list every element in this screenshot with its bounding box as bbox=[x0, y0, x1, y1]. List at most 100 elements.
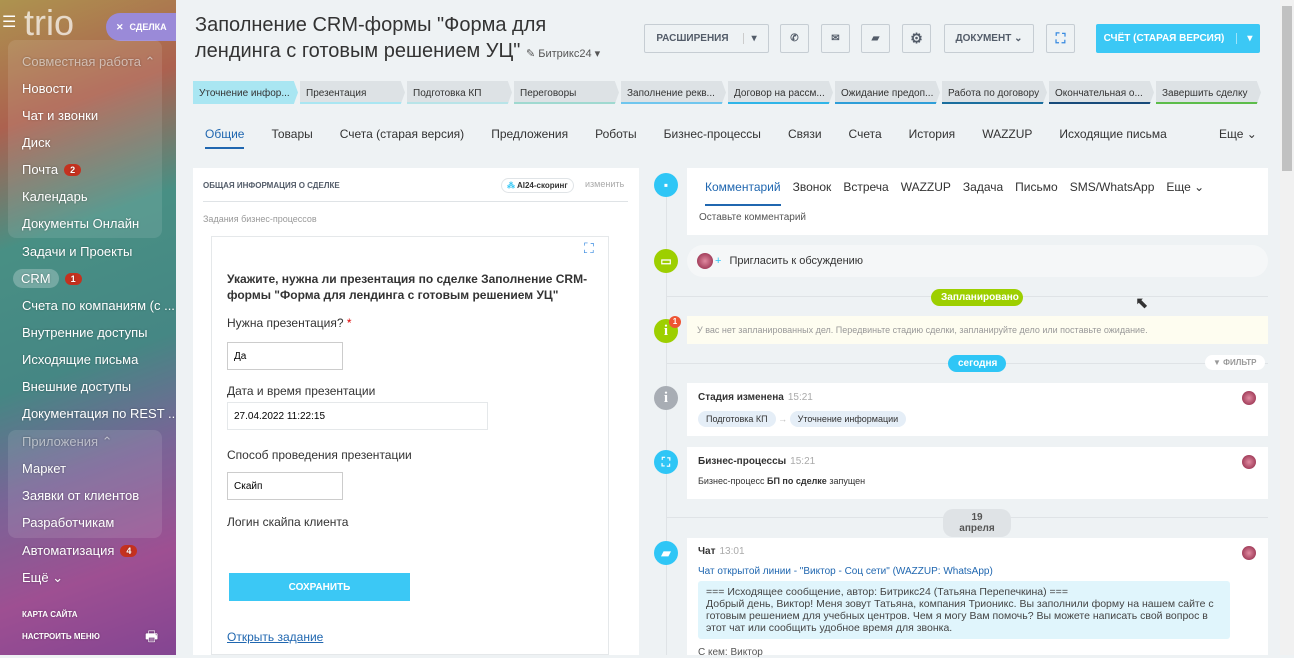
sidebar-item[interactable]: Приложения ⌃ bbox=[22, 434, 113, 450]
sidebar-item[interactable]: Документация по REST ... bbox=[22, 406, 176, 421]
stage-item[interactable]: Договор на рассм... bbox=[728, 81, 833, 104]
presentation-datetime-input[interactable]: 27.04.2022 11:22:15 bbox=[227, 402, 488, 430]
tab[interactable]: WAZZUP bbox=[982, 127, 1032, 149]
stage-item[interactable]: Завершить сделку bbox=[1156, 81, 1261, 104]
sidebar-item-label: Почта bbox=[22, 162, 59, 177]
invoice-button[interactable]: СЧЁТ (СТАРАЯ ВЕРСИЯ) ▾ bbox=[1096, 24, 1260, 53]
sidebar-item[interactable]: Исходящие письма bbox=[22, 352, 138, 367]
tab[interactable]: Предложения bbox=[491, 127, 568, 149]
chevron-down-icon: ▾ bbox=[1236, 33, 1252, 44]
save-button[interactable]: СОХРАНИТЬ bbox=[229, 573, 410, 601]
stage-item[interactable]: Ожидание предоп... bbox=[835, 81, 940, 104]
extensions-button[interactable]: РАСШИРЕНИЯ ▾ bbox=[644, 24, 769, 53]
scrollbar-thumb[interactable] bbox=[1282, 6, 1292, 171]
sidebar-item-label: Документация по REST ... bbox=[22, 406, 176, 421]
tab[interactable]: Бизнес-процессы bbox=[664, 127, 761, 149]
sidebar-item[interactable]: Разработчикам bbox=[22, 515, 114, 530]
sidebar-item[interactable]: Совместная работа ⌃ bbox=[22, 54, 155, 70]
tab[interactable]: Счета bbox=[849, 127, 882, 149]
activity-tab[interactable]: Еще ⌄ bbox=[1166, 180, 1204, 206]
close-deal-button[interactable]: ✕ СДЕЛКА bbox=[106, 13, 176, 41]
sidebar-item[interactable]: Чат и звонки bbox=[22, 108, 98, 123]
ai-icon: ⁂ bbox=[507, 181, 515, 190]
sidebar-item[interactable]: Почта 2 bbox=[22, 162, 82, 177]
tab[interactable]: Роботы bbox=[595, 127, 637, 149]
bp-title: Бизнес-процессы 15:21 bbox=[698, 456, 816, 467]
stage-item[interactable]: Уточнение инфор... bbox=[193, 81, 298, 104]
stage-change-chips: Подготовка КП → Уточнение информации bbox=[698, 411, 907, 427]
bp-icon: ⛶ bbox=[1055, 30, 1066, 46]
counter-badge: 2 bbox=[64, 164, 82, 176]
category[interactable]: ✎ Битрикс24 ▾ bbox=[526, 48, 600, 60]
chat-icon: ▰ bbox=[871, 33, 880, 44]
tabs-more[interactable]: Еще ⌄ bbox=[1219, 127, 1257, 141]
activity-tab[interactable]: SMS/WhatsApp bbox=[1070, 180, 1155, 206]
deal-tabs: Общие Товары Счета (старая версия) Предложе… bbox=[205, 127, 1194, 149]
edit-link[interactable]: изменить bbox=[585, 179, 624, 189]
sidebar-item[interactable]: Задачи и Проекты bbox=[22, 244, 132, 259]
business-process-button[interactable]: ⛶ bbox=[1046, 24, 1075, 53]
avatar[interactable] bbox=[1242, 546, 1256, 560]
scrollbar[interactable] bbox=[1280, 0, 1294, 655]
tab[interactable]: Исходящие письма bbox=[1059, 127, 1166, 149]
comment-input[interactable]: Оставьте комментарий bbox=[699, 212, 806, 223]
print-icon[interactable]: 🖶 bbox=[145, 626, 158, 650]
tab[interactable]: Общие bbox=[205, 127, 245, 149]
sidebar-item[interactable]: Ещё ⌄ bbox=[22, 570, 63, 586]
presentation-method-select[interactable]: Скайп bbox=[227, 472, 343, 500]
open-task-link[interactable]: Открыть задание bbox=[227, 630, 323, 644]
activity-tab[interactable]: Письмо bbox=[1015, 180, 1058, 206]
chat-button[interactable]: ▰ bbox=[861, 24, 890, 53]
gear-icon: ⚙ bbox=[910, 30, 923, 46]
filter-button[interactable]: ▼ ФИЛЬТР bbox=[1205, 355, 1265, 370]
sidebar-item[interactable]: Автоматизация 4 bbox=[22, 543, 138, 558]
sidebar-item[interactable]: Маркет bbox=[22, 461, 66, 476]
sidebar-item-label: Ещё ⌄ bbox=[22, 570, 64, 585]
activity-tabs: Комментарий Звонок Встреча WAZZUP Задача Пись… bbox=[705, 180, 1204, 206]
stage-item[interactable]: Заполнение рекв... bbox=[621, 81, 726, 104]
sidebar-item[interactable]: Новости bbox=[22, 81, 72, 96]
sidebar-item[interactable]: Диск bbox=[22, 135, 50, 150]
tab[interactable]: Связи bbox=[788, 127, 822, 149]
tab[interactable]: История bbox=[909, 127, 956, 149]
document-button[interactable]: ДОКУМЕНТ ⌄ bbox=[944, 24, 1034, 53]
sidebar-item[interactable]: Внутренние доступы bbox=[22, 325, 148, 340]
sidebar-item-label: Новости bbox=[22, 81, 73, 96]
tab[interactable]: Счета (старая версия) bbox=[340, 127, 464, 149]
site-map-link[interactable]: КАРТА САЙТА bbox=[22, 610, 78, 619]
sidebar-item[interactable]: Документы Онлайн bbox=[22, 216, 139, 231]
tab[interactable]: Товары bbox=[271, 127, 312, 149]
close-icon: ✕ bbox=[116, 21, 124, 32]
sidebar-item[interactable]: Внешние доступы bbox=[22, 379, 131, 394]
sidebar-item-label: Приложения ⌃ bbox=[22, 434, 113, 449]
call-button[interactable]: ✆ bbox=[780, 24, 809, 53]
sidebar-item[interactable]: Календарь bbox=[22, 189, 88, 204]
stage-item[interactable]: Окончательная о... bbox=[1049, 81, 1154, 104]
stage-item[interactable]: Переговоры bbox=[514, 81, 619, 104]
stage-item[interactable]: Презентация bbox=[300, 81, 405, 104]
activity-tab[interactable]: WAZZUP bbox=[901, 180, 951, 206]
bp-text: Бизнес-процесс БП по сделке запущен bbox=[698, 476, 866, 486]
avatar[interactable] bbox=[1242, 455, 1256, 469]
activity-tab[interactable]: Встреча bbox=[843, 180, 888, 206]
ai-scoring-button[interactable]: ⁂ AI24-скоринг bbox=[501, 178, 574, 193]
sidebar-item-label: Документы Онлайн bbox=[22, 216, 140, 231]
stage-item[interactable]: Работа по договору bbox=[942, 81, 1047, 104]
invite-discussion[interactable]: + Пригласить к обсуждению bbox=[687, 245, 1268, 277]
chat-link[interactable]: Чат открытой линии - "Виктор - Соц сети"… bbox=[698, 566, 993, 577]
stage-change-item bbox=[687, 383, 1268, 436]
settings-button[interactable]: ⚙ bbox=[902, 24, 931, 53]
sidebar-item[interactable]: Счета по компаниям (с ... bbox=[22, 298, 175, 313]
presentation-needed-select[interactable]: Да bbox=[227, 342, 343, 370]
avatar[interactable] bbox=[1242, 391, 1256, 405]
activity-tab[interactable]: Звонок bbox=[793, 180, 832, 206]
menu-icon[interactable]: ☰ bbox=[2, 12, 16, 32]
activity-tab[interactable]: Комментарий bbox=[705, 180, 781, 206]
configure-menu-link[interactable]: НАСТРОИТЬ МЕНЮ bbox=[22, 632, 100, 641]
bp-icon[interactable]: ⛶ bbox=[584, 240, 594, 257]
stage-item[interactable]: Подготовка КП bbox=[407, 81, 512, 104]
activity-tab[interactable]: Задача bbox=[963, 180, 1003, 206]
sidebar-item[interactable]: CRM 1 bbox=[13, 269, 82, 288]
sidebar-item[interactable]: Заявки от клиентов bbox=[22, 488, 139, 503]
email-button[interactable]: ✉ bbox=[821, 24, 850, 53]
